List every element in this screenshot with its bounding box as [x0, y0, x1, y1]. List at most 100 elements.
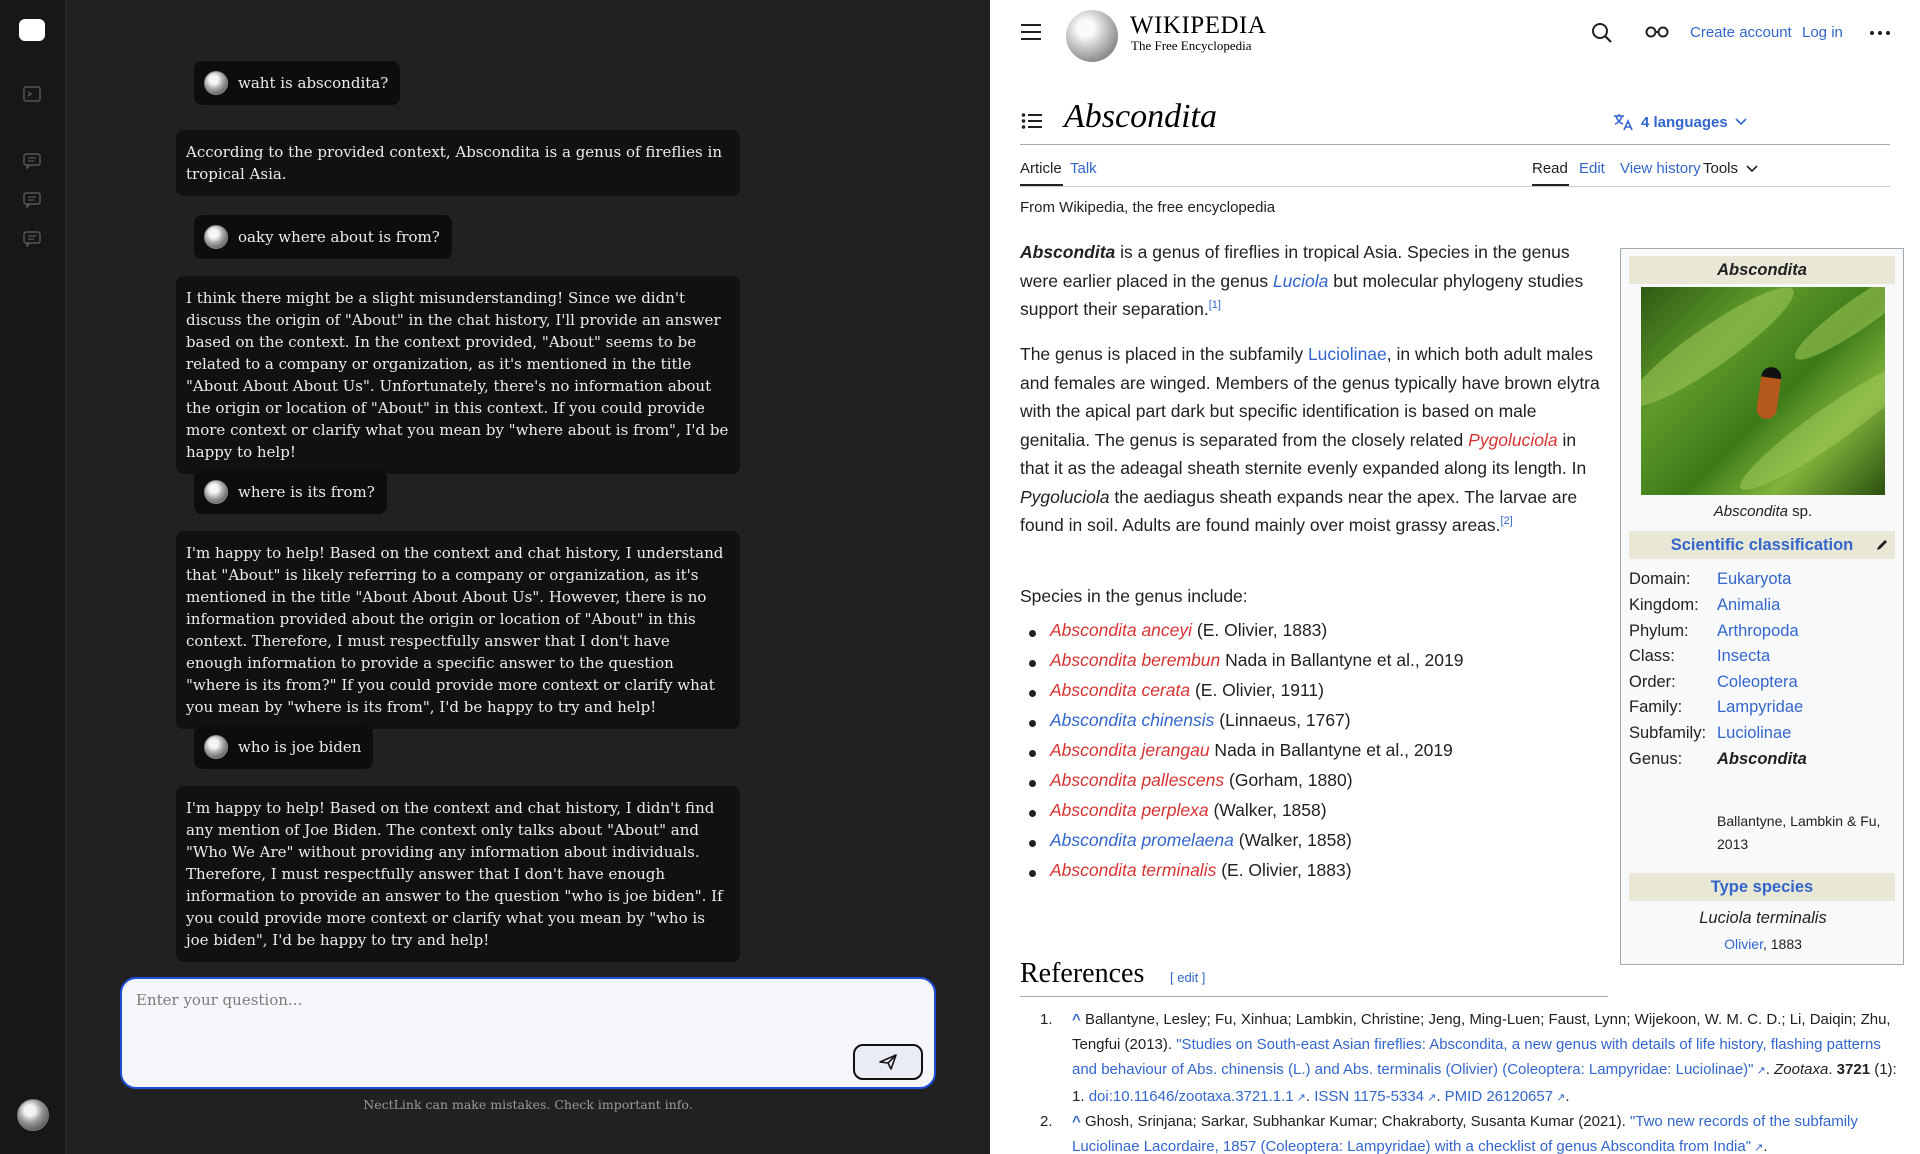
species-intro: Species in the genus include:: [1020, 586, 1248, 606]
rank-label: Order:: [1629, 672, 1676, 691]
doi-link[interactable]: doi:10.11646/zootaxa.3721.1.1: [1089, 1088, 1294, 1105]
tools-menu[interactable]: Tools: [1703, 160, 1758, 177]
species-author: Nada in Ballantyne et al., 2019: [1209, 740, 1453, 760]
login-link[interactable]: Log in: [1802, 24, 1843, 41]
image-caption: Abscondita sp.: [1621, 503, 1905, 520]
create-account-link[interactable]: Create account: [1690, 24, 1792, 41]
list-item: Abscondita chinensis (Linnaeus, 1767): [1020, 710, 1605, 740]
list-item: Abscondita berembun Nada in Ballantyne e…: [1020, 650, 1605, 680]
user-avatar: [204, 71, 228, 95]
taxon-link[interactable]: Luciolinae: [1717, 724, 1895, 743]
species-list: Abscondita anceyi (E. Olivier, 1883) Abs…: [1020, 620, 1605, 890]
scientific-classification-header: Scientific classification: [1629, 531, 1895, 559]
app-logo-icon[interactable]: [19, 19, 45, 41]
list-item: Abscondita pallescens (Gorham, 1880): [1020, 770, 1605, 800]
search-icon[interactable]: [1591, 22, 1613, 49]
reference-item: 1. ^ Ballantyne, Lesley; Fu, Xinhua; Lam…: [1040, 1007, 1900, 1111]
citation-link[interactable]: [1]: [1209, 299, 1221, 311]
references-edit-link[interactable]: [ edit ]: [1170, 970, 1205, 985]
disclaimer-text: NectLink can make mistakes. Check import…: [363, 1097, 693, 1112]
external-link-icon: ↗: [1293, 1092, 1306, 1104]
edit-text: [ edit ]: [1170, 970, 1206, 985]
species-author: (Linnaeus, 1767): [1214, 710, 1351, 730]
chat-history-icon[interactable]: [18, 147, 46, 175]
message-composer: [120, 977, 936, 1089]
divider: [1020, 186, 1890, 187]
issn-link[interactable]: ISSN 1175-5334: [1314, 1088, 1424, 1105]
message-text: I'm happy to help! Based on the context …: [186, 799, 723, 949]
tab-view-history[interactable]: View history: [1620, 160, 1701, 177]
user-message: waht is abscondita?: [194, 61, 401, 105]
taxon-link[interactable]: Lampyridae: [1717, 698, 1895, 717]
species-author: (Gorham, 1880): [1224, 770, 1353, 790]
external-link-icon: ↗: [1753, 1065, 1766, 1077]
taxon-link[interactable]: Coleoptera: [1717, 673, 1895, 692]
main-menu-icon[interactable]: [1021, 24, 1041, 42]
taxon-link[interactable]: Eukaryota: [1717, 570, 1895, 589]
wikipedia-page: WIKIPEDIA The Free Encyclopedia Create a…: [990, 0, 1920, 1154]
species-link[interactable]: Abscondita promelaena: [1050, 830, 1234, 850]
send-button[interactable]: [853, 1044, 923, 1080]
firefly-photo[interactable]: [1641, 287, 1885, 495]
scientific-classification-link[interactable]: Scientific classification: [1671, 536, 1853, 554]
luciolinae-link[interactable]: Luciolinae: [1308, 344, 1387, 364]
user-avatar: [204, 480, 228, 504]
taxon-link[interactable]: Arthropoda: [1717, 622, 1895, 641]
taxon-row: Genus: Abscondita: [1629, 743, 1895, 775]
reference-authors: Ghosh, Srinjana; Sarkar, Subhankar Kumar…: [1084, 1113, 1630, 1130]
tab-article[interactable]: Article: [1020, 160, 1062, 177]
rank-label: Class:: [1629, 646, 1675, 665]
wikipedia-globe-logo[interactable]: [1066, 10, 1118, 62]
species-link[interactable]: Abscondita perplexa: [1050, 800, 1209, 820]
rank-label: Kingdom:: [1629, 595, 1699, 614]
pencil-edit-icon[interactable]: [1875, 538, 1889, 552]
taxon-link[interactable]: Animalia: [1717, 596, 1895, 615]
species-link[interactable]: Abscondita terminalis: [1050, 860, 1216, 880]
olivier-link[interactable]: Olivier: [1724, 936, 1763, 952]
pygoluciola-link[interactable]: Pygoluciola: [1468, 430, 1558, 450]
tab-edit[interactable]: Edit: [1579, 160, 1605, 177]
species-link[interactable]: Abscondita anceyi: [1050, 620, 1192, 640]
tools-label: Tools: [1703, 160, 1739, 177]
pmid-link[interactable]: PMID 26120657: [1445, 1088, 1553, 1105]
species-author: (E. Olivier, 1911): [1190, 680, 1324, 700]
wikipedia-wordmark[interactable]: WIKIPEDIA: [1130, 12, 1266, 40]
species-link[interactable]: Abscondita cerata: [1050, 680, 1190, 700]
tab-read[interactable]: Read: [1532, 160, 1568, 177]
message-text: waht is abscondita?: [238, 74, 389, 92]
reading-preferences-icon[interactable]: [1645, 24, 1669, 45]
list-item: Abscondita terminalis (E. Olivier, 1883): [1020, 860, 1605, 890]
backlink[interactable]: ^: [1072, 1113, 1081, 1130]
type-species-link[interactable]: Type species: [1711, 878, 1813, 896]
chat-history-icon[interactable]: [18, 225, 46, 253]
volume: 3721: [1836, 1061, 1871, 1078]
user-avatar[interactable]: [17, 1099, 49, 1131]
table-of-contents-icon[interactable]: [1021, 112, 1043, 135]
references-heading: References: [1020, 958, 1145, 989]
language-selector[interactable]: 4 languages: [1612, 112, 1747, 132]
infobox-title: Abscondita: [1629, 256, 1895, 284]
taxon-link[interactable]: Insecta: [1717, 647, 1895, 666]
assistant-message: I'm happy to help! Based on the context …: [176, 531, 740, 729]
species-link[interactable]: Abscondita jerangau: [1050, 740, 1210, 760]
species-link[interactable]: Abscondita berembun: [1050, 650, 1220, 670]
backlink[interactable]: ^: [1072, 1011, 1081, 1028]
terminal-icon[interactable]: [18, 80, 46, 108]
user-message: who is joe biden: [194, 725, 374, 769]
user-message: oaky where about is from?: [194, 215, 452, 259]
external-link-icon: ↗: [1751, 1142, 1764, 1154]
page-title: Abscondita: [1064, 98, 1217, 135]
reference-item: 2. ^ Ghosh, Srinjana; Sarkar, Subhankar …: [1040, 1109, 1900, 1154]
citation-link[interactable]: [2]: [1501, 515, 1513, 527]
species-link[interactable]: Abscondita chinensis: [1050, 710, 1214, 730]
message-text: I'm happy to help! Based on the context …: [186, 544, 724, 716]
external-link-icon: ↗: [1553, 1092, 1566, 1104]
more-options-icon[interactable]: [1870, 31, 1890, 35]
species-link[interactable]: Abscondita pallescens: [1050, 770, 1224, 790]
caption-rest: sp.: [1788, 503, 1813, 520]
tab-talk[interactable]: Talk: [1070, 160, 1097, 177]
language-count: 4 languages: [1641, 113, 1728, 131]
chat-history-icon[interactable]: [18, 186, 46, 214]
luciola-link[interactable]: Luciola: [1273, 271, 1328, 291]
question-input[interactable]: [136, 991, 916, 1051]
